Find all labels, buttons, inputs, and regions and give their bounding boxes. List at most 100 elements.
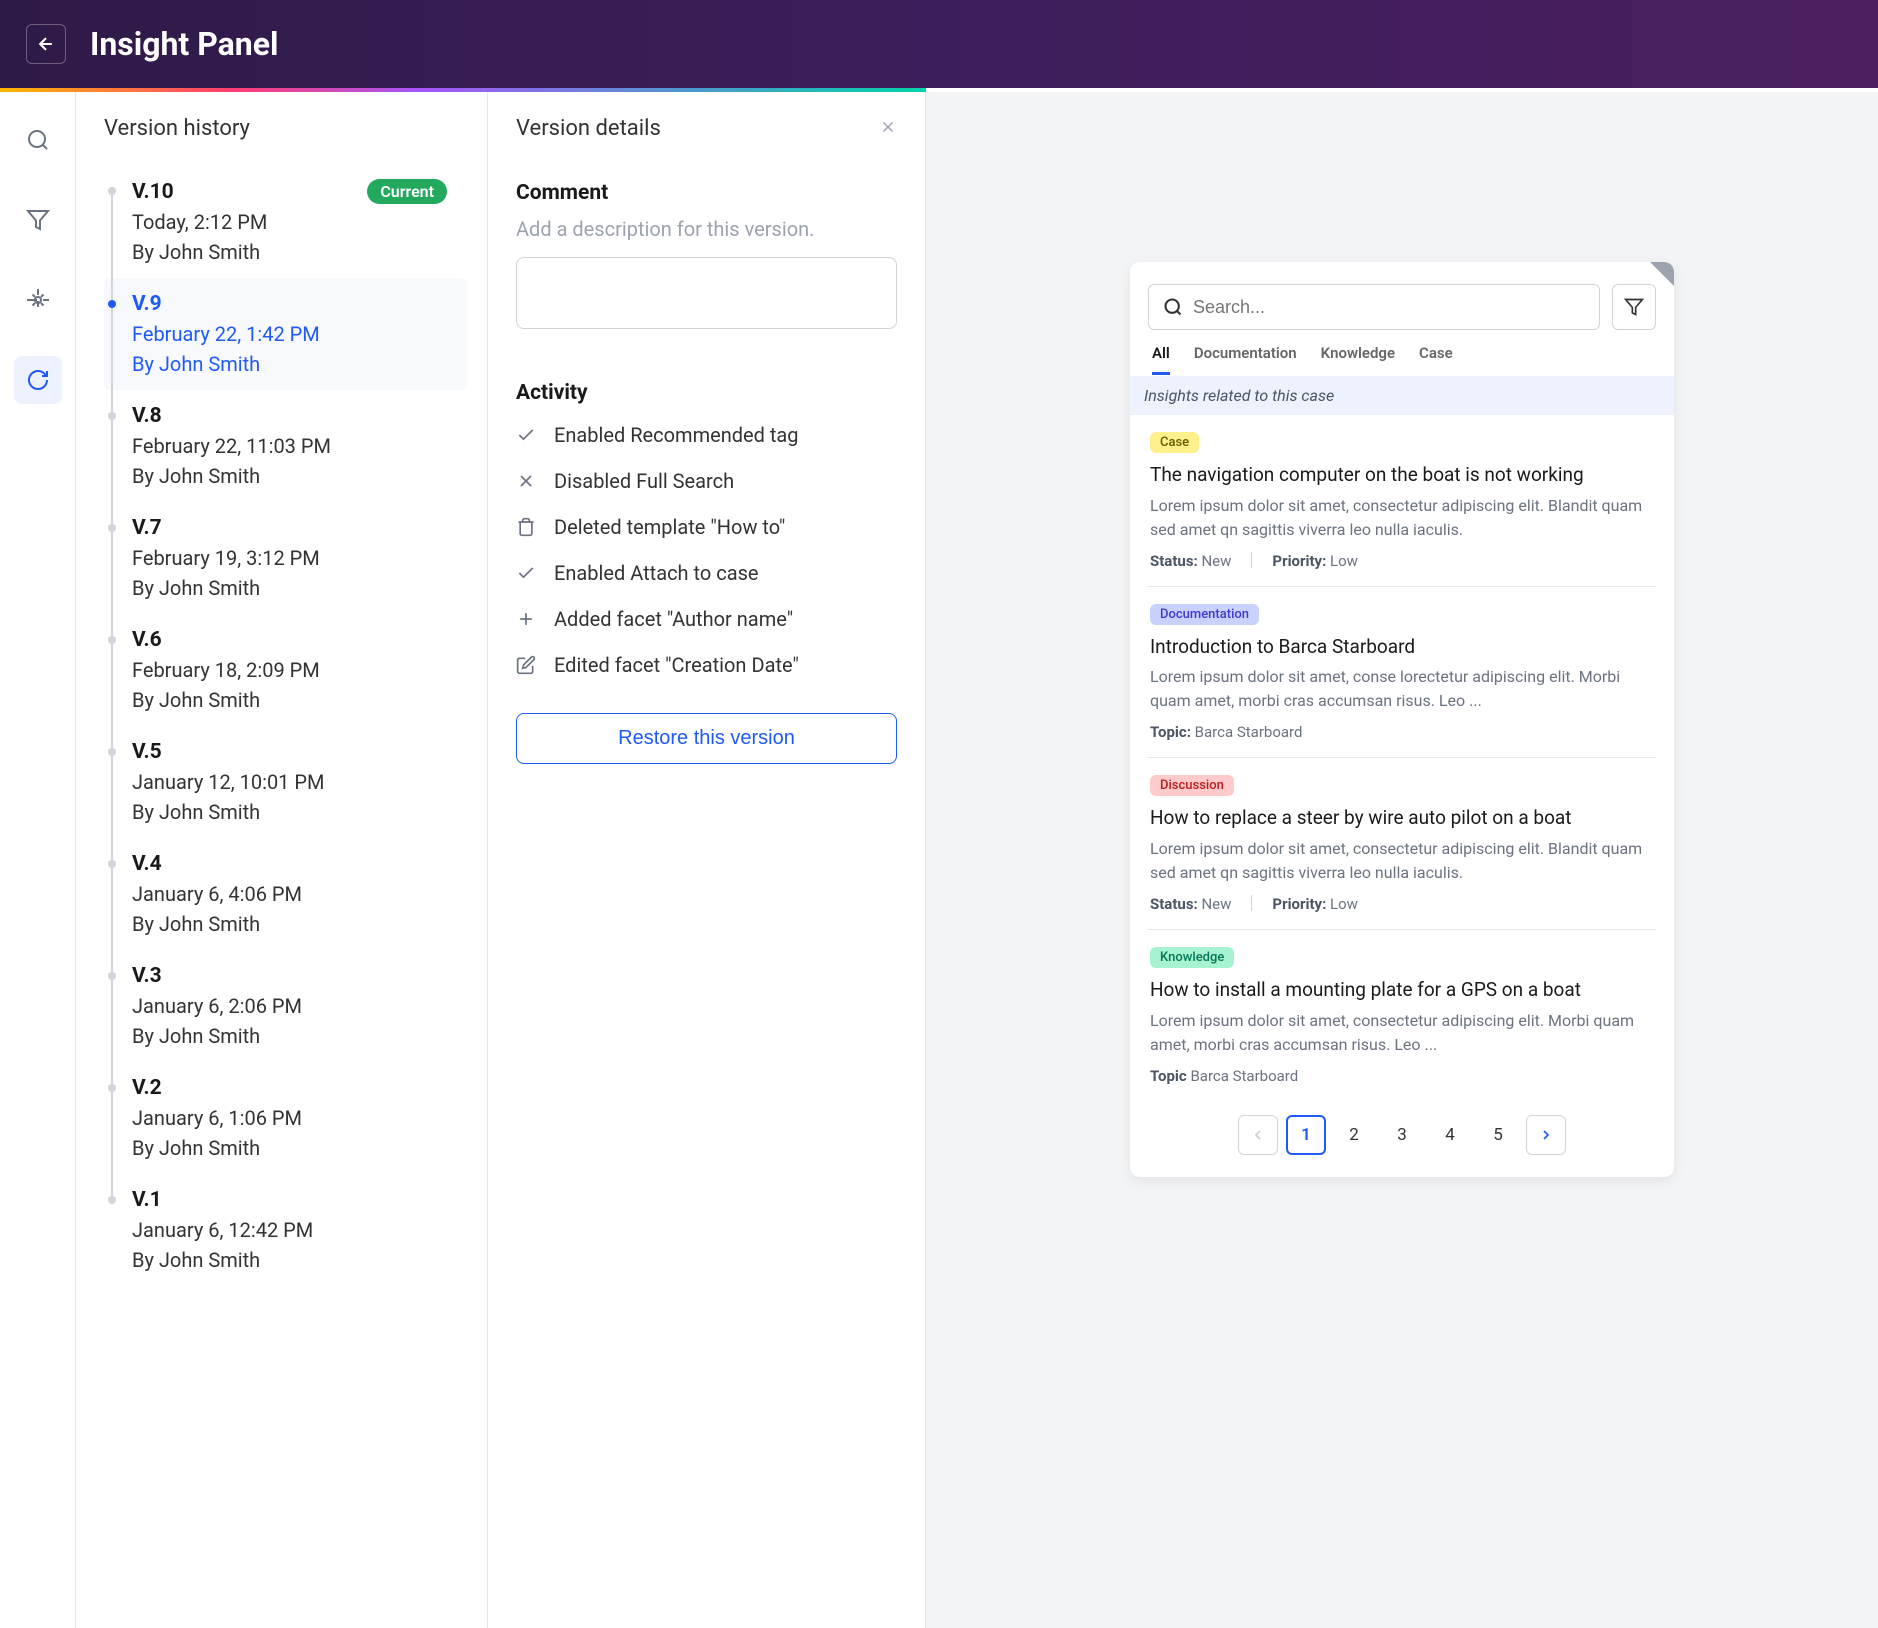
results-list: Case The navigation computer on the boat…	[1148, 415, 1656, 1101]
result-title: The navigation computer on the boat is n…	[1150, 463, 1654, 488]
version-author: By John Smith	[132, 688, 447, 712]
version-author: By John Smith	[132, 352, 447, 376]
gear-icon	[26, 288, 50, 312]
result-badge: Knowledge	[1150, 947, 1234, 968]
search-box[interactable]	[1148, 284, 1600, 330]
result-title: How to install a mounting plate for a GP…	[1150, 978, 1654, 1003]
preview-filter-button[interactable]	[1612, 284, 1656, 330]
activity-item: Enabled Recommended tag	[516, 423, 897, 447]
version-name: V.1	[132, 1188, 162, 1212]
version-item[interactable]: V.7February 19, 3:12 PMBy John Smith	[104, 502, 467, 614]
back-button[interactable]	[26, 24, 66, 64]
version-item[interactable]: V.6February 18, 2:09 PMBy John Smith	[104, 614, 467, 726]
expand-corner[interactable]	[1650, 262, 1674, 286]
version-item[interactable]: V.2January 6, 1:06 PMBy John Smith	[104, 1062, 467, 1174]
page-3[interactable]: 3	[1382, 1115, 1422, 1155]
preview-tabs: All Documentation Knowledge Case	[1148, 344, 1656, 376]
activity-text: Enabled Attach to case	[554, 561, 759, 585]
preview-card: AllDocumentationKnowledgeCase Insights r…	[1130, 262, 1674, 1177]
plus-icon	[516, 609, 536, 629]
page-2[interactable]: 2	[1334, 1115, 1374, 1155]
result-item[interactable]: Case The navigation computer on the boat…	[1148, 415, 1656, 587]
tab-documentation[interactable]: Documentation	[1194, 344, 1297, 375]
history-panel-title: Version history	[76, 116, 487, 165]
preview-panel: AllDocumentationKnowledgeCase Insights r…	[926, 92, 1878, 1628]
result-snippet: Lorem ipsum dolor sit amet, conse lorect…	[1150, 665, 1654, 713]
version-name: V.4	[132, 852, 162, 876]
sidebar-history[interactable]	[14, 356, 62, 404]
version-author: By John Smith	[132, 240, 447, 264]
version-author: By John Smith	[132, 576, 447, 600]
activity-item: Enabled Attach to case	[516, 561, 897, 585]
comment-input[interactable]	[516, 257, 897, 329]
page-prev[interactable]	[1238, 1115, 1278, 1155]
search-icon	[1163, 297, 1183, 317]
sidebar-filter[interactable]	[14, 196, 62, 244]
page-next[interactable]	[1526, 1115, 1566, 1155]
result-meta: Topic: Barca Starboard	[1150, 723, 1654, 741]
close-button[interactable]	[879, 118, 897, 140]
version-date: February 19, 3:12 PM	[132, 546, 447, 570]
version-list: V.10CurrentToday, 2:12 PMBy John SmithV.…	[76, 165, 487, 1286]
chevron-left-icon	[1250, 1127, 1266, 1143]
close-icon	[879, 118, 897, 136]
version-author: By John Smith	[132, 464, 447, 488]
version-date: January 6, 1:06 PM	[132, 1106, 447, 1130]
history-panel: Version history V.10CurrentToday, 2:12 P…	[76, 92, 488, 1628]
filter-icon	[1624, 297, 1644, 317]
version-date: Today, 2:12 PM	[132, 210, 447, 234]
tab-all[interactable]: All	[1152, 344, 1170, 375]
result-snippet: Lorem ipsum dolor sit amet, consectetur …	[1150, 1009, 1654, 1057]
version-item[interactable]: V.1January 6, 12:42 PMBy John Smith	[104, 1174, 467, 1286]
result-title: How to replace a steer by wire auto pilo…	[1150, 806, 1654, 831]
result-item[interactable]: Documentation Introduction to Barca Star…	[1148, 587, 1656, 759]
version-item[interactable]: V.3 January 6, 2:06 PM By John Smith	[104, 950, 467, 1062]
activity-item: Edited facet "Creation Date"	[516, 653, 897, 677]
activity-text: Enabled Recommended tag	[554, 423, 799, 447]
search-input[interactable]	[1193, 297, 1585, 318]
history-icon	[26, 368, 50, 392]
sidebar-settings[interactable]	[14, 276, 62, 324]
version-date: February 18, 2:09 PM	[132, 658, 447, 682]
result-snippet: Lorem ipsum dolor sit amet, consectetur …	[1150, 494, 1654, 542]
version-item[interactable]: V.10CurrentToday, 2:12 PMBy John Smith	[104, 165, 467, 278]
page-5[interactable]: 5	[1478, 1115, 1518, 1155]
version-item[interactable]: V.4January 6, 4:06 PMBy John Smith	[104, 838, 467, 950]
details-panel-title: Version details	[516, 116, 661, 141]
details-panel: Version details Comment Add a descriptio…	[488, 92, 926, 1628]
arrow-left-icon	[36, 34, 56, 54]
comment-hint: Add a description for this version.	[516, 217, 897, 241]
version-item[interactable]: V.9February 22, 1:42 PMBy John Smith	[104, 278, 467, 390]
version-author: By John Smith	[132, 800, 447, 824]
pagination: 12345	[1148, 1101, 1656, 1159]
result-title: Introduction to Barca Starboard	[1150, 635, 1654, 660]
page-4[interactable]: 4	[1430, 1115, 1470, 1155]
page-1[interactable]: 1	[1286, 1115, 1326, 1155]
version-author: By John Smith	[132, 1024, 447, 1048]
sidebar-search[interactable]	[14, 116, 62, 164]
x-icon	[516, 471, 536, 491]
tab-case[interactable]: Case	[1419, 344, 1453, 375]
version-name: V.10	[132, 180, 174, 204]
version-item[interactable]: V.5January 12, 10:01 PMBy John Smith	[104, 726, 467, 838]
version-date: January 6, 2:06 PM	[132, 994, 447, 1018]
result-item[interactable]: Discussion How to replace a steer by wir…	[1148, 758, 1656, 930]
version-item[interactable]: V.8February 22, 11:03 PMBy John Smith	[104, 390, 467, 502]
activity-list: Enabled Recommended tag Disabled Full Sea…	[516, 423, 897, 677]
result-meta: Topic Barca Starboard	[1150, 1067, 1654, 1085]
tab-knowledge[interactable]: Knowledge	[1321, 344, 1395, 375]
version-author: By John Smith	[132, 912, 447, 936]
version-name: V.9	[132, 292, 162, 316]
version-author: By John Smith	[132, 1248, 447, 1272]
restore-button[interactable]: Restore this version	[516, 713, 897, 764]
activity-text: Deleted template "How to"	[554, 515, 785, 539]
result-badge: Case	[1150, 432, 1199, 453]
activity-text: Disabled Full Search	[554, 469, 734, 493]
result-badge: Discussion	[1150, 775, 1234, 796]
trash-icon	[516, 517, 536, 537]
version-author: By John Smith	[132, 1136, 447, 1160]
result-item[interactable]: Knowledge How to install a mounting plat…	[1148, 930, 1656, 1101]
version-name: V.5	[132, 740, 162, 764]
version-name: V.3	[132, 964, 162, 988]
edit-icon	[516, 655, 536, 675]
